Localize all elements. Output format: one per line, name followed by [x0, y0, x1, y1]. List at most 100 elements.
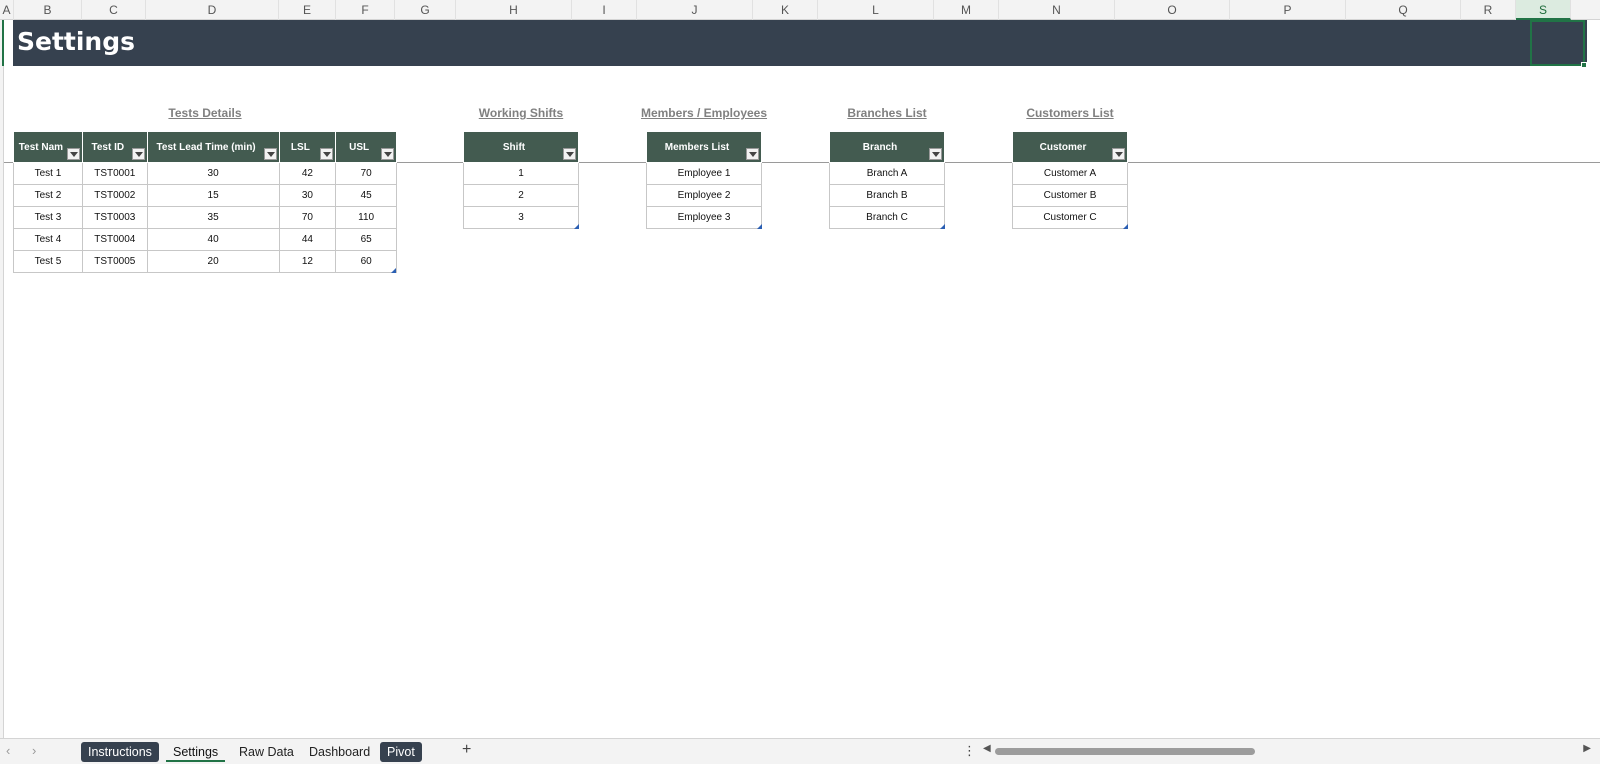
column-header-f[interactable]: F	[336, 0, 395, 20]
sheet-tab-raw-data[interactable]: Raw Data	[232, 742, 301, 762]
column-header-strip: ABCDEFGHIJKLMNOPQRS	[0, 0, 1600, 20]
scroll-left-icon[interactable]: ◀	[983, 743, 991, 754]
table-resize-handle-customers[interactable]	[1123, 224, 1128, 229]
header-shift[interactable]: Shift	[463, 131, 579, 163]
table-cell[interactable]: Employee 2	[646, 184, 762, 207]
table-resize-handle-shifts[interactable]	[574, 224, 579, 229]
table-row: Test 1 TST0001 30 42 70	[13, 162, 397, 185]
vertical-dots-icon[interactable]: ⋮	[963, 743, 976, 759]
table-cell[interactable]: 20	[146, 250, 280, 273]
column-header-b[interactable]: B	[14, 0, 82, 20]
filter-dropdown-icon[interactable]	[381, 148, 394, 160]
filter-dropdown-icon[interactable]	[320, 148, 334, 160]
filter-dropdown-icon[interactable]	[563, 148, 576, 160]
column-header-q[interactable]: Q	[1346, 0, 1461, 20]
table-cell[interactable]: TST0005	[81, 250, 148, 273]
sheet-tab-dashboard[interactable]: Dashboard	[302, 742, 377, 762]
plus-icon[interactable]: +	[462, 741, 471, 759]
table-resize-handle-tests[interactable]	[391, 268, 396, 273]
row-header-gutter	[0, 20, 4, 738]
column-header-r[interactable]: R	[1461, 0, 1516, 20]
column-header-d[interactable]: D	[146, 0, 279, 20]
chevron-right-icon[interactable]: ›	[32, 743, 36, 758]
table-cell[interactable]: 2	[463, 184, 579, 207]
table-cell[interactable]: 45	[335, 184, 397, 207]
table-resize-handle-members[interactable]	[757, 224, 762, 229]
column-header-a[interactable]: A	[0, 0, 14, 20]
table-cell[interactable]: TST0003	[81, 206, 148, 229]
table-cell[interactable]: 70	[278, 206, 337, 229]
table-cell[interactable]: 12	[278, 250, 337, 273]
table-cell[interactable]: 42	[278, 162, 337, 185]
column-header-h[interactable]: H	[456, 0, 572, 20]
table-cell[interactable]: TST0002	[81, 184, 148, 207]
table-cell[interactable]: Employee 1	[646, 162, 762, 185]
table-resize-handle-branches[interactable]	[940, 224, 945, 229]
column-header-j[interactable]: J	[637, 0, 753, 20]
header-tests-col-0[interactable]: Test Nam	[13, 131, 83, 163]
table-row: Branch C	[829, 206, 945, 229]
title-banner[interactable]: Settings	[13, 20, 1587, 66]
table-cell[interactable]: 110	[335, 206, 397, 229]
table-cell[interactable]: Customer A	[1012, 162, 1128, 185]
table-cell[interactable]: Employee 3	[646, 206, 762, 229]
column-header-i[interactable]: I	[572, 0, 637, 20]
table-cell[interactable]: TST0004	[81, 228, 148, 251]
column-header-c[interactable]: C	[82, 0, 146, 20]
page-title: Settings	[17, 27, 136, 56]
scrollbar-thumb[interactable]	[995, 748, 1255, 755]
filter-dropdown-icon[interactable]	[1112, 148, 1125, 160]
column-header-e[interactable]: E	[279, 0, 336, 20]
sheet-tab-pivot[interactable]: Pivot	[380, 742, 422, 762]
header-customer[interactable]: Customer	[1012, 131, 1128, 163]
header-members-list[interactable]: Members List	[646, 131, 762, 163]
column-header-k[interactable]: K	[753, 0, 818, 20]
table-cell[interactable]: 30	[278, 184, 337, 207]
table-cell[interactable]: 1	[463, 162, 579, 185]
table-cell[interactable]: 3	[463, 206, 579, 229]
header-tests-col-2[interactable]: Test Lead Time (min)	[146, 131, 280, 163]
column-header-g[interactable]: G	[395, 0, 456, 20]
filter-dropdown-icon[interactable]	[746, 148, 759, 160]
table-cell[interactable]: Test 4	[13, 228, 83, 251]
table-cell[interactable]: 44	[278, 228, 337, 251]
table-cell[interactable]: 40	[146, 228, 280, 251]
filter-dropdown-icon[interactable]	[131, 148, 145, 160]
table-cell[interactable]: Branch B	[829, 184, 945, 207]
sheet-tab-instructions[interactable]: Instructions	[81, 742, 159, 762]
column-header-s[interactable]: S	[1516, 0, 1571, 20]
header-branch[interactable]: Branch	[829, 131, 945, 163]
table-cell[interactable]: 70	[335, 162, 397, 185]
column-header-n[interactable]: N	[999, 0, 1115, 20]
table-cell[interactable]: Test 2	[13, 184, 83, 207]
selected-cell[interactable]	[1530, 20, 1587, 68]
table-cell[interactable]: 30	[146, 162, 280, 185]
sheet-tab-settings[interactable]: Settings	[166, 742, 226, 762]
table-cell[interactable]: Test 5	[13, 250, 83, 273]
table-cell[interactable]: 35	[146, 206, 280, 229]
table-cell[interactable]: TST0001	[81, 162, 148, 185]
table-cell[interactable]: Branch C	[829, 206, 945, 229]
column-header-m[interactable]: M	[934, 0, 999, 20]
header-tests-col-3[interactable]: LSL	[278, 131, 337, 163]
header-tests-col-1[interactable]: Test ID	[81, 131, 148, 163]
table-cell[interactable]: 15	[146, 184, 280, 207]
horizontal-scrollbar[interactable]: ◀ ▶	[983, 743, 1591, 757]
header-tests-col-4[interactable]: USL	[335, 131, 397, 163]
filter-dropdown-icon[interactable]	[263, 148, 277, 160]
column-header-p[interactable]: P	[1230, 0, 1346, 20]
fill-handle[interactable]	[1581, 62, 1587, 68]
filter-dropdown-icon[interactable]	[929, 148, 942, 160]
table-cell[interactable]: 60	[335, 250, 397, 273]
scroll-right-icon[interactable]: ▶	[1583, 743, 1591, 754]
table-cell[interactable]: Branch A	[829, 162, 945, 185]
table-cell[interactable]: 65	[335, 228, 397, 251]
table-cell[interactable]: Test 1	[13, 162, 83, 185]
column-header-o[interactable]: O	[1115, 0, 1230, 20]
column-header-l[interactable]: L	[818, 0, 934, 20]
chevron-left-icon[interactable]: ‹	[6, 743, 10, 758]
table-cell[interactable]: Customer C	[1012, 206, 1128, 229]
table-cell[interactable]: Customer B	[1012, 184, 1128, 207]
table-cell[interactable]: Test 3	[13, 206, 83, 229]
filter-dropdown-icon[interactable]	[66, 148, 80, 160]
